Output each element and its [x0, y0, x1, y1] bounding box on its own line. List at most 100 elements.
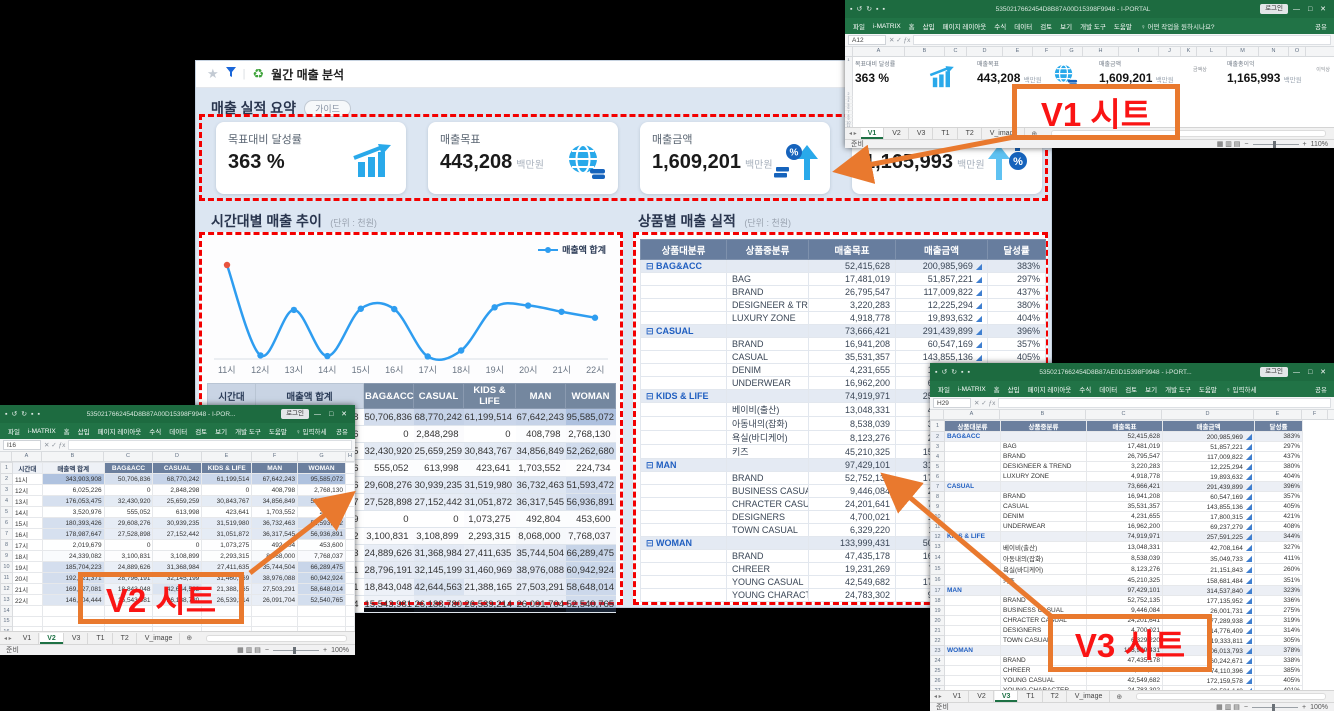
sheet-tab-V3[interactable]: V3: [65, 633, 89, 644]
corner-select-all[interactable]: [930, 410, 944, 419]
column-header-J[interactable]: J: [1159, 47, 1181, 56]
cell[interactable]: 31,368,984: [153, 562, 202, 573]
cell[interactable]: 555,052: [104, 507, 153, 518]
name-box[interactable]: H29: [933, 398, 971, 408]
cell[interactable]: 275%: [1255, 606, 1303, 616]
ribbon-menu[interactable]: 파일: [4, 426, 24, 436]
cell[interactable]: 16,962,200: [1087, 522, 1163, 532]
column-header-N[interactable]: N: [1259, 47, 1289, 56]
column-header-C[interactable]: C: [945, 47, 967, 56]
row-header[interactable]: 10: [931, 512, 945, 522]
column-header-G[interactable]: G: [1061, 47, 1083, 56]
cell[interactable]: 35,049,733◢: [1163, 553, 1255, 564]
row-header[interactable]: 10: [1, 562, 13, 573]
cell[interactable]: [12, 606, 42, 617]
cell[interactable]: 0: [202, 485, 252, 496]
add-sheet-icon[interactable]: ⊕: [181, 634, 197, 642]
quick-access-icons[interactable]: ▪ ↺ ↻ ▪ ▪: [850, 5, 886, 13]
cell[interactable]: 20시: [12, 573, 42, 584]
ribbon-menu[interactable]: 도움말: [1110, 21, 1136, 31]
tell-me-box[interactable]: ♀ 입력하세: [1221, 384, 1262, 394]
corner-select-all[interactable]: [0, 452, 12, 461]
cell[interactable]: BAG&ACC: [945, 432, 1001, 442]
cell[interactable]: 8,123,276: [1087, 564, 1163, 575]
sheet-header-cell[interactable]: MAN: [252, 463, 298, 474]
row-header[interactable]: 8: [1, 540, 13, 551]
cell[interactable]: [945, 616, 1001, 626]
cell[interactable]: YOUNG CASUAL: [1001, 676, 1087, 686]
column-header-H[interactable]: H: [1083, 47, 1119, 56]
cell[interactable]: [345, 463, 354, 474]
column-header-G[interactable]: G: [298, 452, 346, 461]
sheet-tab-V2[interactable]: V2: [40, 633, 64, 644]
cell[interactable]: [945, 472, 1001, 482]
cell[interactable]: CASUAL: [1001, 502, 1087, 512]
sheet-tab-V1[interactable]: V1: [861, 128, 885, 139]
row-header[interactable]: 2: [931, 432, 945, 442]
ribbon-menu[interactable]: 데이터: [1010, 21, 1036, 31]
cell[interactable]: 19,893,632◢: [1163, 472, 1255, 482]
collapse-icon[interactable]: ⊟: [646, 326, 656, 336]
formula-icons[interactable]: ✕ ✓ ƒx: [889, 36, 910, 44]
ribbon-menu[interactable]: 개발 도구: [1161, 384, 1195, 394]
cell[interactable]: 411%: [1255, 553, 1303, 564]
row-header[interactable]: 1: [845, 57, 853, 93]
cell[interactable]: 42,549,682: [1087, 676, 1163, 686]
cell[interactable]: [345, 518, 354, 529]
cell[interactable]: 343,903,908: [42, 474, 104, 485]
column-header-M[interactable]: M: [1227, 47, 1259, 56]
cell[interactable]: WOMAN: [945, 646, 1001, 656]
formula-input[interactable]: [998, 398, 1331, 408]
row-header[interactable]: 2: [1, 474, 13, 485]
sheet-tab-V1[interactable]: V1: [16, 633, 40, 644]
ribbon-menu[interactable]: 페이지 레이아웃: [1024, 384, 1076, 394]
cell[interactable]: 17,481,019: [1087, 442, 1163, 452]
cell[interactable]: [298, 616, 346, 627]
cell[interactable]: 4,231,655: [1087, 512, 1163, 522]
cell[interactable]: [945, 542, 1001, 553]
cell[interactable]: 30,939,235: [153, 518, 202, 529]
sheet-tab-V1[interactable]: V1: [946, 691, 970, 702]
row-header[interactable]: 13: [931, 542, 945, 553]
cell[interactable]: [1001, 482, 1087, 492]
zoom-level[interactable]: 100%: [331, 647, 349, 654]
ribbon-menu[interactable]: 데이터: [1095, 384, 1121, 394]
ribbon-menu[interactable]: i-MATRIX: [954, 386, 990, 393]
cell[interactable]: 66,289,475: [298, 562, 346, 573]
cell[interactable]: 185,704,223: [42, 562, 104, 573]
cell[interactable]: 27,152,442: [153, 529, 202, 540]
row-header[interactable]: 17: [931, 586, 945, 596]
column-header-A[interactable]: A: [853, 47, 905, 56]
cell[interactable]: 17시: [12, 540, 42, 551]
row-header[interactable]: 8: [931, 492, 945, 502]
row-header[interactable]: 25: [931, 666, 945, 676]
tell-me-box[interactable]: ♀ 어떤 작업을 원하시나요?: [1136, 21, 1220, 31]
cell[interactable]: 1,073,275: [202, 540, 252, 551]
cell[interactable]: [945, 606, 1001, 616]
cell[interactable]: 297%: [1255, 442, 1303, 452]
cell[interactable]: 176,053,475: [42, 496, 104, 507]
ribbon-menu[interactable]: 삽입: [74, 426, 94, 436]
column-header-A[interactable]: A: [944, 410, 1000, 419]
cell[interactable]: 25,659,259: [153, 496, 202, 507]
zoom-level[interactable]: 110%: [1311, 141, 1328, 148]
zoom-out-icon[interactable]: −: [265, 647, 269, 654]
sheet-tab-V_image[interactable]: V_image: [138, 633, 181, 644]
ribbon-menu[interactable]: 개발 도구: [231, 426, 265, 436]
formula-icons[interactable]: ✕ ✓ ƒx: [974, 399, 995, 407]
row-header[interactable]: 19: [931, 606, 945, 616]
cell[interactable]: 13,048,331: [1087, 542, 1163, 553]
sheet-kpi-sales-amount[interactable]: 매출금액 1,609,201 백만원: [1099, 59, 1174, 85]
ribbon-menu[interactable]: i-MATRIX: [869, 23, 905, 30]
cell[interactable]: 2,848,298: [153, 485, 202, 496]
cell[interactable]: 35,531,357: [1087, 502, 1163, 512]
cell[interactable]: 12시: [12, 485, 42, 496]
cell[interactable]: 16,941,208: [1087, 492, 1163, 502]
cell[interactable]: 24,889,626: [104, 562, 153, 573]
column-header-I[interactable]: I: [1119, 47, 1159, 56]
ribbon-menu[interactable]: 수식: [145, 426, 165, 436]
cell[interactable]: 16시: [12, 529, 42, 540]
column-header-B[interactable]: B: [1000, 410, 1086, 419]
cell[interactable]: 52,262,680: [298, 496, 346, 507]
cell[interactable]: [345, 485, 354, 496]
